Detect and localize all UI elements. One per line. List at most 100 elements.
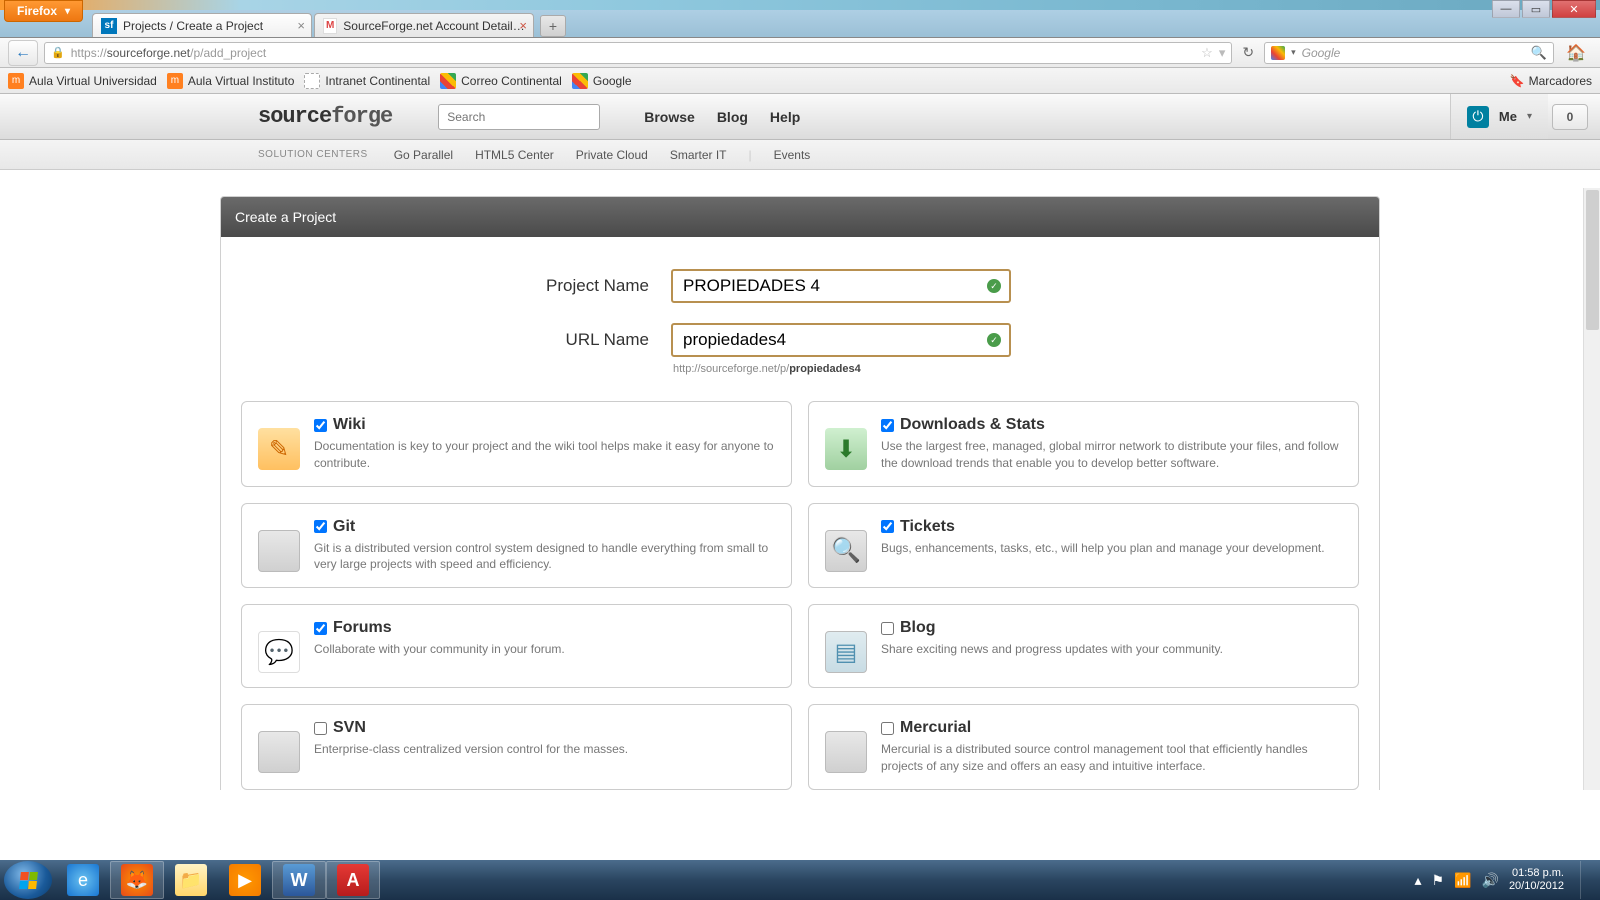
moodle-icon: m (167, 73, 183, 89)
url-name-input[interactable] (671, 323, 1011, 357)
google-icon (440, 73, 456, 89)
taskbar-media-player[interactable]: ▶ (218, 861, 272, 899)
scrollbar-thumb[interactable] (1586, 190, 1599, 330)
flag-icon[interactable]: ⚑ (1432, 872, 1445, 889)
tool-checkbox-mercurial[interactable] (881, 722, 894, 735)
tool-card-forums[interactable]: 💬ForumsCollaborate with your community i… (241, 604, 792, 688)
back-button[interactable]: ← (8, 40, 38, 66)
bookmark-intranet[interactable]: Intranet Continental (304, 73, 430, 89)
chevron-down-icon: ▾ (1527, 111, 1532, 122)
taskbar-firefox[interactable]: 🦊 (110, 861, 164, 899)
browser-tab-0[interactable]: sf Projects / Create a Project × (92, 13, 312, 37)
tool-checkbox-tickets[interactable] (881, 520, 894, 533)
reload-button[interactable]: ↻ (1242, 44, 1254, 61)
show-hidden-icons[interactable]: ▴ (1414, 872, 1421, 889)
subnav-private-cloud[interactable]: Private Cloud (576, 148, 648, 162)
tool-description: Documentation is key to your project and… (314, 438, 775, 472)
browser-tab-1[interactable]: M SourceForge.net Account Details: ink..… (314, 13, 534, 37)
nav-browse[interactable]: Browse (644, 109, 695, 125)
sourceforge-logo[interactable]: sourceforge (258, 104, 392, 129)
tool-checkbox-forums[interactable] (314, 622, 327, 635)
tool-card-blog[interactable]: ▤BlogShare exciting news and progress up… (808, 604, 1359, 688)
close-tab-icon[interactable]: × (297, 18, 305, 33)
tool-description: Use the largest free, managed, global mi… (881, 438, 1342, 472)
tool-checkbox-git[interactable] (314, 520, 327, 533)
vertical-scrollbar[interactable] (1583, 188, 1600, 790)
window-close-button[interactable]: ✕ (1552, 0, 1596, 18)
tool-checkbox-blog[interactable] (881, 622, 894, 635)
subnav-go-parallel[interactable]: Go Parallel (394, 148, 453, 162)
subnav-html5[interactable]: HTML5 Center (475, 148, 554, 162)
tool-description: Share exciting news and progress updates… (881, 641, 1342, 658)
network-icon[interactable]: 📶 (1454, 872, 1471, 889)
notification-count[interactable]: 0 (1552, 104, 1588, 130)
svn-icon (258, 731, 300, 773)
tool-title: Forums (333, 619, 392, 637)
tool-title: Git (333, 518, 355, 536)
home-button[interactable]: 🏠 (1560, 43, 1592, 63)
firefox-menu-button[interactable]: Firefox (4, 0, 83, 22)
tool-card-wiki[interactable]: ✎WikiDocumentation is key to your projec… (241, 401, 792, 487)
moodle-icon: m (8, 73, 24, 89)
project-name-input[interactable] (671, 269, 1011, 303)
browser-search-bar[interactable]: ▾ Google 🔍 (1264, 42, 1554, 64)
tool-description: Mercurial is a distributed source contro… (881, 741, 1342, 775)
tool-title: SVN (333, 719, 366, 737)
taskbar-explorer[interactable]: 📁 (164, 861, 218, 899)
tool-checkbox-downloads[interactable] (881, 419, 894, 432)
power-icon: ⏻ (1467, 106, 1489, 128)
url-preview: http://sourceforge.net/p/propiedades4 (673, 363, 1379, 375)
tool-card-downloads[interactable]: ⬇Downloads & StatsUse the largest free, … (808, 401, 1359, 487)
media-icon: ▶ (229, 864, 261, 896)
address-bar[interactable]: 🔒 https://sourceforge.net/p/add_project … (44, 42, 1232, 64)
user-menu[interactable]: ⏻ Me ▾ (1450, 94, 1548, 139)
tab-title: Projects / Create a Project (123, 19, 263, 33)
forums-icon: 💬 (258, 631, 300, 673)
tool-card-svn[interactable]: SVN Enterprise-class centralized version … (241, 704, 792, 790)
nav-help[interactable]: Help (770, 109, 800, 125)
bookmark-google[interactable]: Google (572, 73, 632, 89)
bookmark-aula-universidad[interactable]: mAula Virtual Universidad (8, 73, 157, 89)
subnav-events[interactable]: Events (774, 148, 811, 162)
taskbar-acrobat[interactable]: A (326, 861, 380, 899)
nav-blog[interactable]: Blog (717, 109, 748, 125)
firefox-icon: 🦊 (121, 864, 153, 896)
tool-checkbox-wiki[interactable] (314, 419, 327, 432)
tool-card-mercurial[interactable]: Mercurial Mercurial is a distributed sour… (808, 704, 1359, 790)
bookmark-correo[interactable]: Correo Continental (440, 73, 562, 89)
window-minimize-button[interactable]: — (1492, 0, 1520, 18)
show-desktop-button[interactable] (1580, 861, 1590, 899)
taskbar-ie[interactable]: e (56, 861, 110, 899)
system-clock[interactable]: 01:58 p.m. 20/10/2012 (1509, 867, 1564, 893)
tool-title: Downloads & Stats (900, 416, 1045, 434)
tool-checkbox-svn[interactable] (314, 722, 327, 735)
close-tab-icon[interactable]: × (519, 18, 527, 33)
tool-title: Mercurial (900, 719, 971, 737)
tool-description: Enterprise-class centralized version con… (314, 741, 775, 758)
star-icon[interactable]: ☆ (1201, 45, 1213, 61)
dropdown-icon[interactable]: ▾ (1219, 45, 1226, 61)
tool-card-tickets[interactable]: 🔍TicketsBugs, enhancements, tasks, etc.,… (808, 503, 1359, 589)
mercurial-icon (825, 731, 867, 773)
subnav-smarter-it[interactable]: Smarter IT (670, 148, 727, 162)
chevron-down-icon[interactable]: ▾ (1291, 47, 1296, 58)
acrobat-icon: A (337, 864, 369, 896)
tool-description: Bugs, enhancements, tasks, etc., will he… (881, 540, 1342, 557)
tab-title: SourceForge.net Account Details: ink... (343, 19, 525, 33)
tool-title: Wiki (333, 416, 366, 434)
url-name-label: URL Name (221, 330, 671, 350)
taskbar-word[interactable]: W (272, 861, 326, 899)
search-icon[interactable]: 🔍 (1531, 45, 1547, 61)
site-search[interactable] (438, 104, 600, 130)
new-tab-button[interactable]: + (540, 15, 566, 37)
window-maximize-button[interactable]: ▭ (1522, 0, 1550, 18)
bookmark-aula-instituto[interactable]: mAula Virtual Instituto (167, 73, 295, 89)
site-search-input[interactable] (447, 110, 591, 124)
start-button[interactable] (4, 861, 52, 899)
tool-card-git[interactable]: GitGit is a distributed version control … (241, 503, 792, 589)
google-icon (1271, 46, 1285, 60)
folder-icon: 📁 (175, 864, 207, 896)
volume-icon[interactable]: 🔊 (1482, 872, 1499, 889)
valid-check-icon: ✓ (987, 279, 1001, 293)
bookmarks-menu-button[interactable]: 🔖Marcadores (1510, 74, 1592, 88)
